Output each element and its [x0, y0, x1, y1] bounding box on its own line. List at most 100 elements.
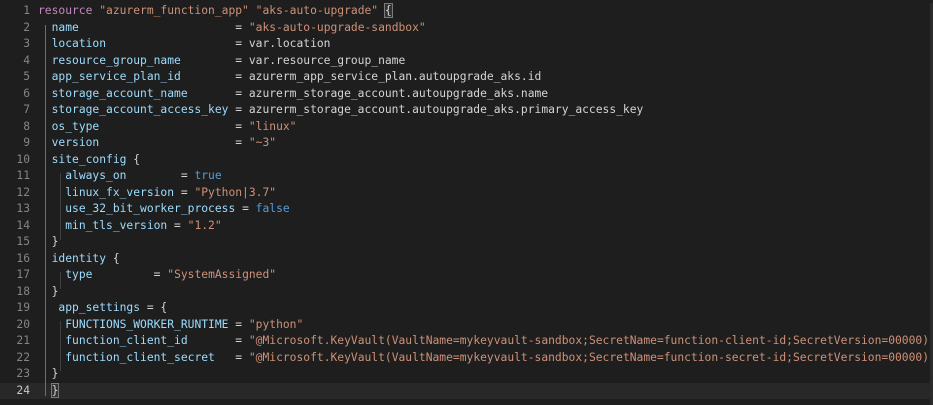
- line-number: 23: [16, 367, 30, 380]
- line-number: 8: [23, 119, 30, 133]
- code-line[interactable]: 20 FUNCTIONS_WORKER_RUNTIME = "python": [0, 317, 933, 334]
- code-line[interactable]: 23 }: [0, 366, 933, 383]
- code-line[interactable]: 1 resource "azurerm_function_app" "aks-au…: [0, 3, 933, 20]
- code-token: resource_group_name: [51, 53, 181, 67]
- code-line[interactable]: 3 location = var.location: [0, 36, 933, 53]
- code-token: "@Microsoft.KeyVault(VaultName=mykeyvaul…: [248, 350, 933, 364]
- line-number: 15: [16, 235, 30, 248]
- code-line[interactable]: 12 linux_fx_version = "Python|3.7": [0, 185, 933, 202]
- line-content: location = var.location: [38, 36, 331, 53]
- line-content: app_settings = {: [38, 300, 167, 317]
- line-number: 19: [16, 301, 30, 314]
- code-token: =: [99, 136, 249, 149]
- code-token: function_client_id: [65, 334, 188, 347]
- line-content: name = "aks-auto-upgrade-sandbox": [38, 20, 426, 37]
- code-token: "aks-auto-upgrade": [255, 4, 379, 17]
- code-token: =: [228, 317, 249, 331]
- code-token: {: [126, 152, 141, 166]
- code-token: FUNCTIONS_WORKER_RUNTIME: [65, 317, 229, 331]
- line-content: function_client_id = "@Microsoft.KeyVaul…: [38, 333, 933, 350]
- line-number: 4: [23, 53, 30, 67]
- line-number: 17: [16, 268, 30, 281]
- line-number: 21: [16, 334, 30, 347]
- indent-guide: [60, 173, 61, 240]
- code-token: use_32_bit_worker_process: [65, 202, 236, 215]
- code-token: name: [51, 20, 79, 34]
- code-line[interactable]: 8 os_type = "linux": [0, 119, 933, 136]
- code-line[interactable]: 19 app_settings = {: [0, 300, 933, 317]
- code-line[interactable]: 5 app_service_plan_id = azurerm_app_serv…: [0, 69, 933, 86]
- code-line[interactable]: 17 type = "SystemAssigned": [0, 267, 933, 284]
- code-line[interactable]: 7 storage_account_access_key = azurerm_s…: [0, 102, 933, 119]
- code-token: "Python|3.7": [194, 185, 277, 199]
- line-content: FUNCTIONS_WORKER_RUNTIME = "python": [38, 317, 303, 334]
- code-token: linux_fx_version: [65, 185, 175, 199]
- matching-brace: {: [383, 3, 393, 18]
- indent-guide: [60, 272, 61, 289]
- code-token: =: [235, 202, 256, 215]
- code-line[interactable]: 4 resource_group_name = var.resource_gro…: [0, 53, 933, 70]
- line-number: 10: [16, 152, 30, 166]
- code-token: =: [78, 20, 249, 34]
- line-content: version = "~3": [38, 135, 276, 152]
- line-number: 18: [16, 284, 30, 298]
- code-line[interactable]: 15 }: [0, 234, 933, 251]
- code-token: function_client_secret: [65, 350, 215, 364]
- code-line[interactable]: 14 min_tls_version = "1.2": [0, 218, 933, 235]
- line-content: storage_account_access_key = azurerm_sto…: [38, 102, 644, 119]
- code-line[interactable]: 13 use_32_bit_worker_process = false: [0, 201, 933, 218]
- code-line[interactable]: 18 }: [0, 284, 933, 301]
- code-line[interactable]: 10 site_config {: [0, 152, 933, 169]
- code-line[interactable]: 2 name = "aks-auto-upgrade-sandbox": [0, 20, 933, 37]
- code-line[interactable]: 22 function_client_secret = "@Microsoft.…: [0, 350, 933, 367]
- code-token: app_settings: [58, 301, 141, 314]
- line-number: 3: [23, 37, 30, 50]
- line-content: always_on = true: [38, 168, 222, 185]
- line-number: 5: [23, 70, 30, 83]
- code-line[interactable]: 6 storage_account_name = azurerm_storage…: [0, 86, 933, 103]
- code-token: os_type: [51, 119, 100, 133]
- code-token: = {: [140, 301, 168, 314]
- code-token: storage_account_name: [51, 86, 188, 100]
- code-token: version: [51, 136, 100, 149]
- line-content: identity {: [38, 251, 120, 268]
- line-number: 11: [16, 169, 30, 182]
- line-number: 2: [23, 20, 30, 34]
- code-line[interactable]: 16 identity {: [0, 251, 933, 268]
- code-token: "python": [248, 317, 304, 331]
- code-token: =: [187, 334, 249, 347]
- indent-guide: [45, 25, 46, 396]
- matching-brace: }: [50, 382, 60, 398]
- editor-lines: 1 resource "azurerm_function_app" "aks-au…: [0, 3, 933, 399]
- code-token: true: [194, 169, 222, 182]
- code-line[interactable]: 24 }: [0, 382, 933, 399]
- code-token: "azurerm_function_app": [99, 4, 249, 17]
- code-token: =: [99, 119, 249, 133]
- code-token: "~3": [248, 136, 277, 149]
- code-token: app_service_plan_id: [51, 70, 181, 83]
- line-content: app_service_plan_id = azurerm_app_servic…: [38, 69, 542, 86]
- line-content: min_tls_version = "1.2": [38, 218, 222, 235]
- code-token: =: [174, 185, 195, 199]
- line-content: }: [38, 284, 59, 301]
- code-token: = azurerm_storage_account.autoupgrade_ak…: [228, 103, 644, 116]
- line-number: 7: [23, 103, 30, 116]
- code-line[interactable]: 11 always_on = true: [0, 168, 933, 185]
- code-token: location: [51, 37, 107, 50]
- code-token: = azurerm_app_service_plan.autoupgrade_a…: [180, 70, 542, 83]
- code-token: =: [92, 268, 168, 281]
- code-token: "1.2": [187, 218, 222, 232]
- code-token: = var.location: [106, 37, 331, 50]
- code-line[interactable]: 21 function_client_id = "@Microsoft.KeyV…: [0, 333, 933, 350]
- code-token: "linux": [248, 119, 297, 133]
- line-content: storage_account_name = azurerm_storage_a…: [38, 86, 549, 103]
- code-line[interactable]: 9 version = "~3": [0, 135, 933, 152]
- code-editor[interactable]: 1 resource "azurerm_function_app" "aks-au…: [0, 3, 933, 405]
